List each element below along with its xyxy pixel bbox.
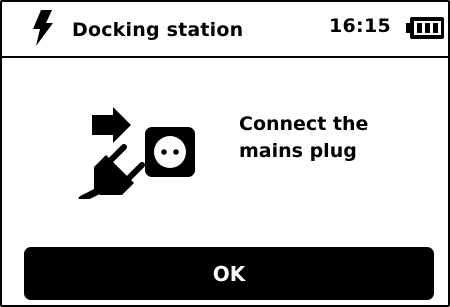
lightning-bolt-icon xyxy=(33,10,53,46)
power-plug-icon xyxy=(78,144,145,199)
wall-socket-icon xyxy=(145,127,195,177)
connect-plug-illustration xyxy=(78,107,195,199)
main-content: Connect the mains plug xyxy=(2,58,448,243)
clock-time: 16:15 xyxy=(329,15,391,37)
instruction-message: Connect the mains plug xyxy=(239,111,429,165)
arrow-right-icon xyxy=(92,107,131,143)
message-line-1: Connect the xyxy=(239,113,369,135)
screen-title: Docking station xyxy=(72,19,244,41)
ok-button[interactable]: OK xyxy=(24,247,434,300)
message-line-2: mains plug xyxy=(239,140,357,162)
status-header: Docking station 16:15 xyxy=(2,2,448,58)
device-screen: Docking station 16:15 Connect the mains … xyxy=(0,0,450,307)
battery-full-icon xyxy=(406,17,444,39)
